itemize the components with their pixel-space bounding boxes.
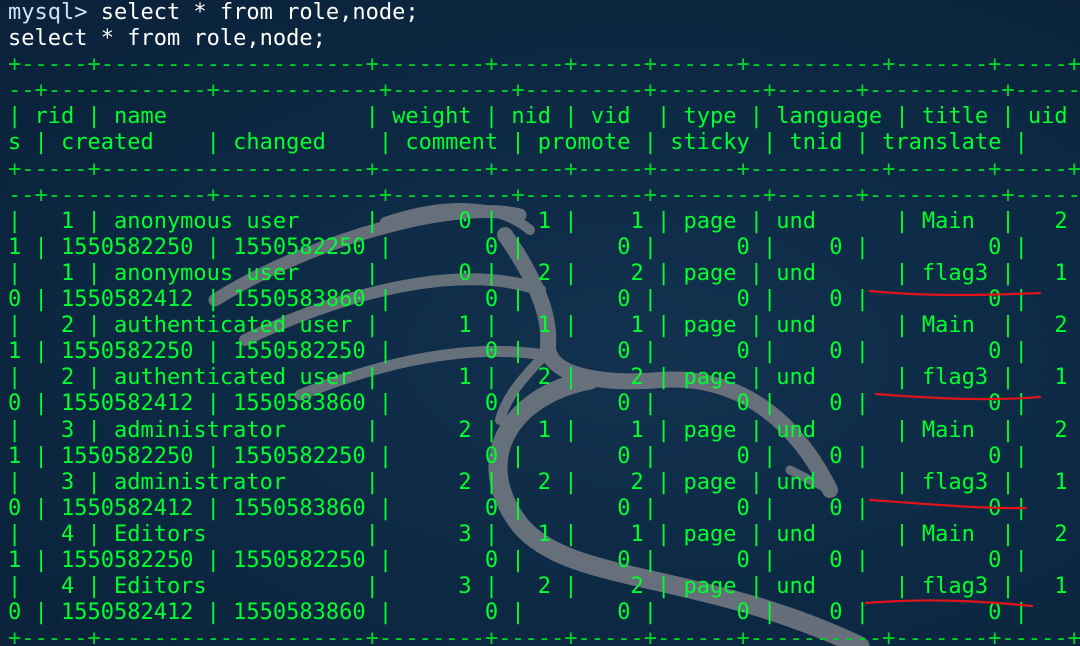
terminal-window[interactable]: mysql> select * from role,node; select * … — [0, 0, 1080, 646]
table-border-header-wrap: --+------------+------------+---------+-… — [8, 182, 1080, 208]
table-row-wrap: 0 | 1550582412 | 1550583860 | 0 | 0 | 0 … — [8, 495, 1028, 521]
mysql-prompt: mysql> — [8, 0, 101, 25]
table-header: | rid | name | weight | nid | vid | type… — [8, 104, 1080, 130]
table-border-top: +-----+--------------------+--------+---… — [8, 52, 1080, 78]
table-row: | 1 | anonymous user | 0 | 1 | 1 | page … — [8, 208, 1080, 234]
command-echo: select * from role,node; — [8, 26, 326, 52]
sql-command: select * from role,node; — [100, 0, 419, 25]
table-row: | 2 | authenticated user | 1 | 2 | 2 | p… — [8, 365, 1080, 391]
table-row-wrap: 0 | 1550582412 | 1550583860 | 0 | 0 | 0 … — [8, 391, 1028, 417]
table-row: | 2 | authenticated user | 1 | 1 | 1 | p… — [8, 313, 1080, 339]
table-row-wrap: 1 | 1550582250 | 1550582250 | 0 | 0 | 0 … — [8, 443, 1028, 469]
table-row-wrap: 0 | 1550582412 | 1550583860 | 0 | 0 | 0 … — [8, 600, 1028, 626]
table-row: | 3 | administrator | 2 | 2 | 2 | page |… — [8, 469, 1080, 495]
prompt-line: mysql> select * from role,node; — [8, 0, 1080, 26]
table-row-wrap: 1 | 1550582250 | 1550582250 | 0 | 0 | 0 … — [8, 339, 1028, 365]
table-border-top-wrap: --+------------+------------+---------+-… — [8, 78, 1080, 104]
table-header-wrap: s | created | changed | comment | promot… — [8, 130, 1028, 156]
table-row: | 4 | Editors | 3 | 1 | 1 | page | und |… — [8, 521, 1080, 547]
table-row-wrap: 0 | 1550582412 | 1550583860 | 0 | 0 | 0 … — [8, 287, 1028, 313]
table-row: | 4 | Editors | 3 | 2 | 2 | page | und |… — [8, 574, 1080, 600]
table-row: | 1 | anonymous user | 0 | 2 | 2 | page … — [8, 260, 1080, 286]
table-row-wrap: 1 | 1550582250 | 1550582250 | 0 | 0 | 0 … — [8, 547, 1028, 573]
table-border-bottom: +-----+--------------------+--------+---… — [8, 626, 1080, 646]
table-row: | 3 | administrator | 2 | 1 | 1 | page |… — [8, 417, 1080, 443]
table-border-header: +-----+--------------------+--------+---… — [8, 156, 1080, 182]
table-row-wrap: 1 | 1550582250 | 1550582250 | 0 | 0 | 0 … — [8, 234, 1028, 260]
terminal-output[interactable]: mysql> select * from role,node; select * … — [0, 0, 1080, 646]
